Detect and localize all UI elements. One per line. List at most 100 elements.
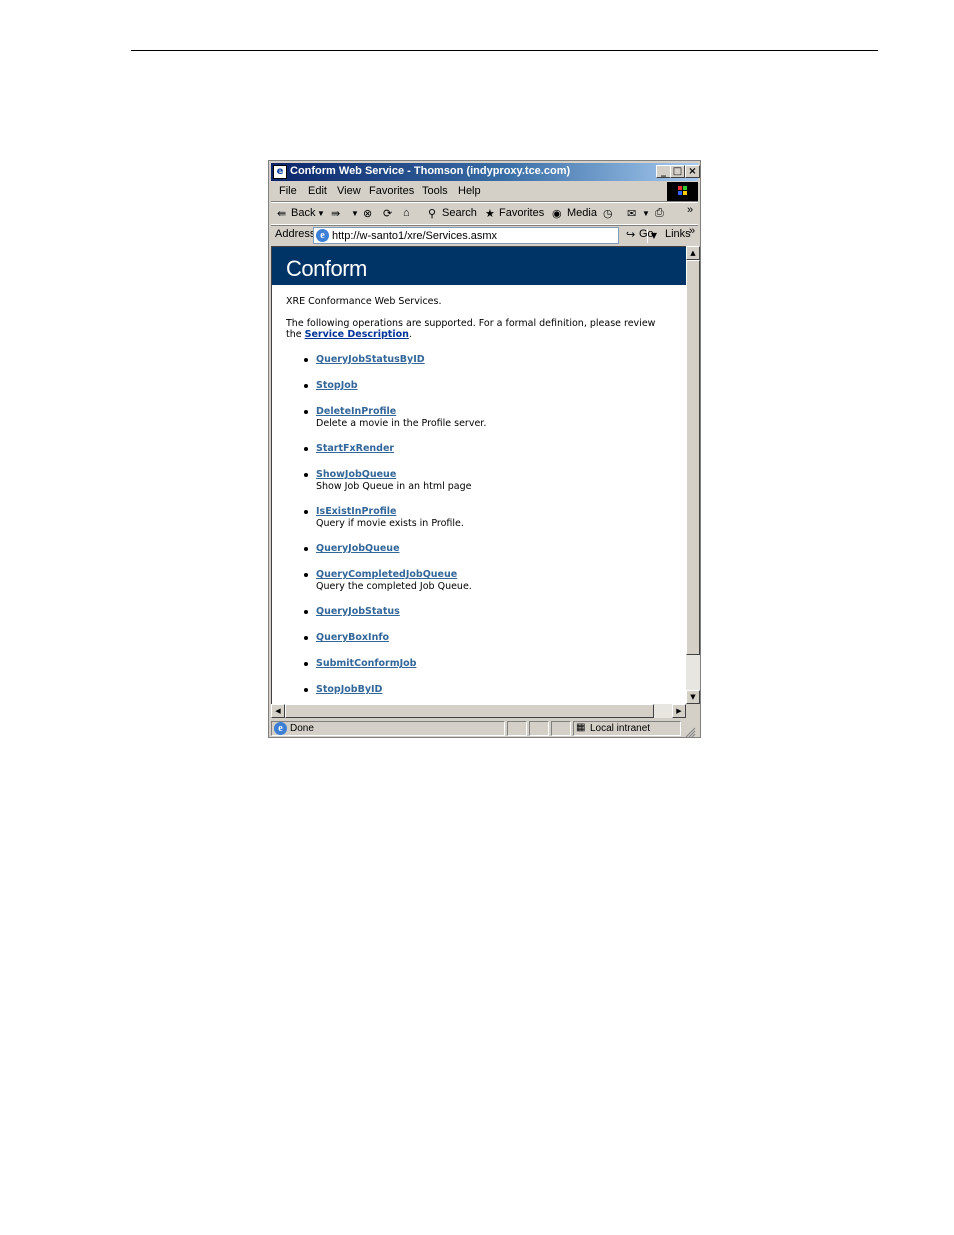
favorites-button[interactable]: Favorites	[499, 207, 544, 219]
close-button[interactable]: ×	[685, 165, 700, 178]
operation-link-stop-job[interactable]: StopJob	[316, 380, 358, 391]
scroll-up-icon[interactable]: ▲	[686, 246, 700, 260]
menu-edit[interactable]: Edit	[308, 185, 327, 197]
bullet	[304, 510, 308, 514]
media-button[interactable]: Media	[567, 207, 597, 219]
bullet	[304, 358, 308, 362]
status-bar: e Done ▦ Local intranet	[271, 720, 698, 738]
menu-view[interactable]: View	[337, 185, 361, 197]
vertical-scroll-thumb[interactable]	[686, 260, 700, 655]
search-button[interactable]: Search	[442, 207, 477, 219]
service-description-link[interactable]: Service Description	[305, 329, 409, 340]
refresh-icon[interactable]: ⟳	[383, 207, 392, 220]
operation-description: Query if movie exists in Profile.	[316, 518, 464, 529]
operation-link-is-exist-in-profile[interactable]: IsExistInProfile	[316, 506, 396, 517]
operations-line-2-prefix: the	[286, 329, 305, 340]
vertical-scrollbar[interactable]: ▲ ▼	[686, 246, 700, 704]
back-button[interactable]: Back	[291, 207, 315, 219]
toolbar-more-icon[interactable]: »	[687, 204, 693, 216]
status-panel-zone: ▦ Local intranet	[573, 721, 681, 736]
horizontal-scrollbar[interactable]: ◀ ▶	[271, 704, 686, 718]
page-done-icon: e	[274, 722, 287, 735]
search-icon[interactable]: ⚲	[428, 207, 436, 220]
bullet	[304, 573, 308, 577]
address-input[interactable]: e http://w-santo1/xre/Services.asmx ▼	[313, 227, 660, 244]
menu-file[interactable]: File	[279, 185, 297, 197]
home-icon[interactable]: ⌂	[403, 207, 410, 219]
status-text: Done	[290, 723, 314, 734]
address-url[interactable]: http://w-santo1/xre/Services.asmx	[332, 230, 497, 242]
links-more-icon[interactable]: »	[689, 225, 695, 237]
page-icon: e	[316, 229, 329, 242]
status-panel	[529, 721, 549, 736]
standard-toolbar: ⇚ Back ▼ ⇛ ▼ ⊗ ⟳ ⌂ ⚲ Search ★ Favorites …	[271, 202, 698, 226]
operation-link-query-job-status-by-id[interactable]: QueryJobStatusByID	[316, 354, 425, 365]
scroll-left-icon[interactable]: ◀	[271, 704, 285, 718]
minimize-button[interactable]: _	[656, 165, 671, 178]
operations-line-2-suffix: .	[408, 329, 412, 340]
back-dropdown-icon[interactable]: ▼	[317, 209, 325, 218]
mail-icon[interactable]: ✉	[627, 207, 636, 220]
scroll-right-icon[interactable]: ▶	[672, 704, 686, 718]
title-bar[interactable]: e Conform Web Service - Thomson (indypro…	[271, 163, 700, 181]
intro-text: XRE Conformance Web Services.	[286, 296, 442, 307]
intranet-icon: ▦	[576, 722, 586, 733]
status-panel	[507, 721, 527, 736]
operation-description: Query the completed Job Queue.	[316, 581, 472, 592]
page-content: Conform XRE Conformance Web Services. Th…	[271, 246, 686, 705]
operation-link-stop-job-by-id[interactable]: StopJobByID	[316, 684, 382, 695]
bullet	[304, 384, 308, 388]
bullet	[304, 410, 308, 414]
page-banner: Conform	[272, 247, 686, 285]
bullet	[304, 662, 308, 666]
go-arrow-icon[interactable]: ↪	[626, 228, 635, 241]
go-button[interactable]: Go	[639, 228, 654, 240]
operation-link-delete-in-profile[interactable]: DeleteInProfile	[316, 406, 396, 417]
print-icon[interactable]: ⎙	[655, 207, 664, 220]
favorites-icon[interactable]: ★	[485, 207, 495, 220]
resize-grip-icon[interactable]	[684, 723, 696, 742]
history-icon[interactable]: ◷	[603, 207, 613, 220]
operations-line-1: The following operations are supported. …	[286, 318, 656, 329]
operation-description: Delete a movie in the Profile server.	[316, 418, 487, 429]
operation-link-query-job-status[interactable]: QueryJobStatus	[316, 606, 400, 617]
media-icon[interactable]: ◉	[552, 207, 562, 220]
horizontal-scroll-thumb[interactable]	[285, 704, 654, 718]
forward-arrow-icon[interactable]: ⇛	[331, 207, 340, 220]
operation-link-start-fx-render[interactable]: StartFxRender	[316, 443, 394, 454]
bullet	[304, 610, 308, 614]
page-top-rule	[131, 50, 878, 51]
menu-favorites[interactable]: Favorites	[369, 185, 414, 197]
menu-help[interactable]: Help	[458, 185, 481, 197]
status-panel	[551, 721, 571, 736]
operation-description: Show Job Queue in an html page	[316, 481, 472, 492]
operation-link-submit-conform-job[interactable]: SubmitConformJob	[316, 658, 416, 669]
links-button[interactable]: Links	[665, 228, 691, 240]
forward-dropdown-icon[interactable]: ▼	[351, 209, 359, 218]
zone-text: Local intranet	[590, 723, 651, 734]
operations-line-2: the Service Description.	[286, 329, 412, 340]
address-label: Address	[275, 228, 316, 240]
status-panel-main: e Done	[271, 721, 505, 736]
operation-link-query-box-info[interactable]: QueryBoxInfo	[316, 632, 389, 643]
back-arrow-icon[interactable]: ⇚	[277, 207, 286, 220]
operation-link-query-job-queue[interactable]: QueryJobQueue	[316, 543, 400, 554]
bullet	[304, 636, 308, 640]
bullet	[304, 547, 308, 551]
address-bar: Address e http://w-santo1/xre/Services.a…	[271, 224, 698, 248]
page-title: Conform	[286, 256, 367, 281]
bullet	[304, 688, 308, 692]
window-title: Conform Web Service - Thomson (indyproxy…	[290, 165, 571, 177]
menu-tools[interactable]: Tools	[422, 185, 448, 197]
operation-link-query-completed-job-queue[interactable]: QueryCompletedJobQueue	[316, 569, 457, 580]
windows-logo-icon	[667, 182, 698, 201]
stop-icon[interactable]: ⊗	[363, 207, 372, 220]
menu-bar: File Edit View Favorites Tools Help	[271, 182, 698, 202]
mail-dropdown-icon[interactable]: ▼	[642, 209, 650, 218]
operation-link-show-job-queue[interactable]: ShowJobQueue	[316, 469, 396, 480]
bullet	[304, 447, 308, 451]
bullet	[304, 473, 308, 477]
maximize-button[interactable]: □	[670, 165, 685, 178]
ie-window-icon: e	[273, 165, 287, 179]
scroll-down-icon[interactable]: ▼	[686, 690, 700, 704]
